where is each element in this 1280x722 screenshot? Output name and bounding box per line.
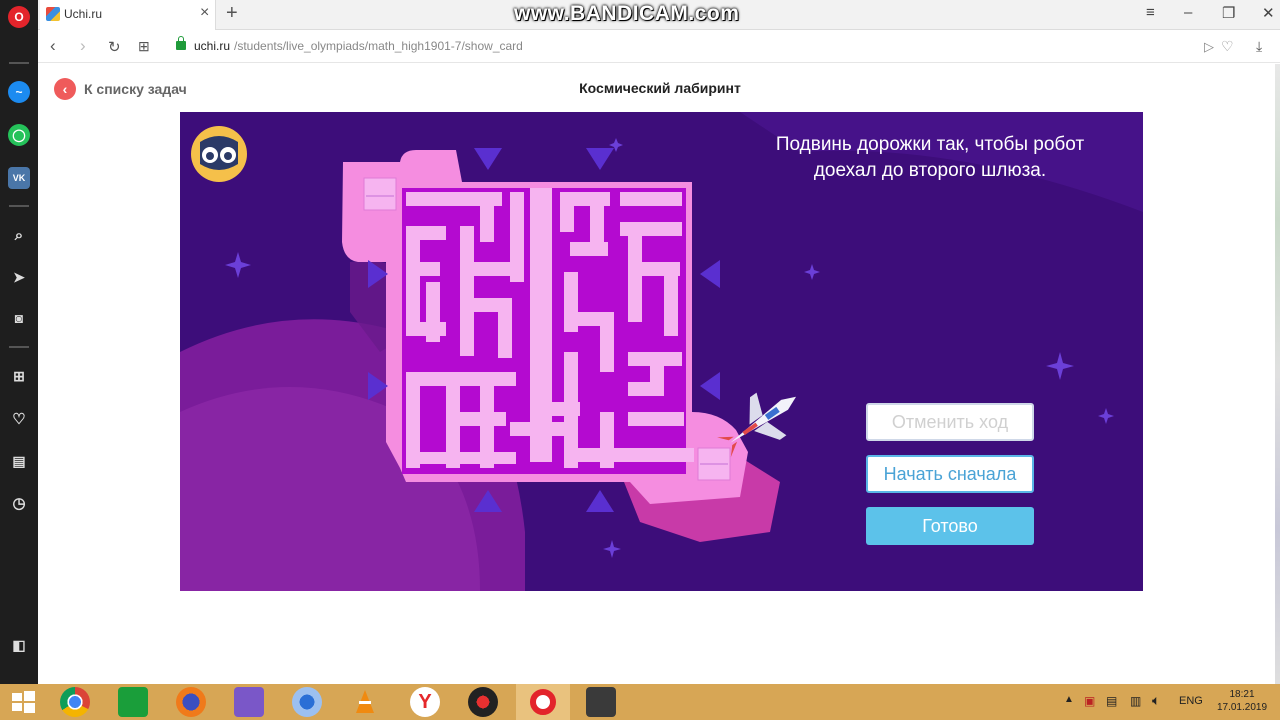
tray-arrow-icon[interactable]: ▲ <box>1064 694 1074 705</box>
sidebar-divider <box>9 62 29 64</box>
search-icon[interactable]: ⌕ <box>8 224 30 246</box>
messenger-icon[interactable]: ~ <box>8 81 30 103</box>
firefox-icon[interactable] <box>176 687 206 717</box>
visual-studio-icon[interactable] <box>234 687 264 717</box>
address-bar: ‹ › ↻ ⊞ uchi.ru /students/live_olympiads… <box>38 31 1280 63</box>
game-app-icon[interactable] <box>468 687 498 717</box>
tray-app-icon[interactable]: ▣ <box>1084 694 1095 708</box>
restore-icon[interactable]: ❐ <box>1222 4 1235 22</box>
new-tab-icon[interactable]: + <box>226 2 238 25</box>
world-of-tanks-icon[interactable] <box>586 687 616 717</box>
owl-logo-icon <box>191 126 247 182</box>
network-icon[interactable]: ▥ <box>1130 694 1141 708</box>
vk-icon[interactable]: VK <box>8 167 30 189</box>
star-icon <box>603 540 621 558</box>
sidebar-toggle-icon[interactable]: ◧ <box>8 634 30 656</box>
screen-edge-artifact <box>1275 64 1280 684</box>
close-window-icon[interactable]: ✕ <box>1262 4 1275 22</box>
url-field[interactable]: uchi.ru /students/live_olympiads/math_hi… <box>168 34 1246 60</box>
opera-sidebar: O ~ ◯ VK ⌕ ➤ ◙ ⊞ ♡ ▤ ◷ ◧ <box>0 0 38 684</box>
bookmark-heart-icon[interactable]: ♡ <box>1221 38 1234 55</box>
game-canvas: Подвинь дорожки так, чтобы робот доехал … <box>180 112 1143 591</box>
tab-title: Uchi.ru <box>64 7 103 21</box>
url-path: /students/live_olympiads/math_high1901-7… <box>234 39 523 53</box>
star-icon <box>1098 408 1114 424</box>
back-icon[interactable]: ‹ <box>50 36 56 56</box>
send-page-icon[interactable]: ▷ <box>1204 39 1214 55</box>
star-icon <box>804 264 820 280</box>
forward-icon[interactable]: › <box>80 36 86 56</box>
whatsapp-icon[interactable]: ◯ <box>8 124 30 146</box>
store-icon[interactable] <box>118 687 148 717</box>
opera-taskbar-icon[interactable] <box>516 684 570 720</box>
page-title: Космический лабиринт <box>579 80 741 96</box>
instruction-line: Подвинь дорожки так, чтобы робот <box>775 134 1085 155</box>
undo-button[interactable]: Отменить ход <box>866 403 1034 441</box>
uchi-favicon-icon <box>46 7 60 21</box>
chevron-left-icon: ‹ <box>54 78 76 100</box>
url-domain: uchi.ru <box>194 39 231 53</box>
done-button[interactable]: Готово <box>866 507 1034 545</box>
browser-tab[interactable]: Uchi.ru × <box>40 0 216 30</box>
clock-time: 18:21 <box>1229 689 1255 700</box>
reload-icon[interactable]: ↻ <box>108 38 121 56</box>
camera-icon[interactable]: ◙ <box>8 307 30 329</box>
arrow-left-icon <box>700 372 720 400</box>
language-indicator[interactable]: ENG <box>1179 695 1203 707</box>
opera-logo-icon[interactable]: O <box>8 6 30 28</box>
star-icon <box>225 252 251 278</box>
start-gate <box>363 177 397 211</box>
volume-icon[interactable]: 🔈︎ <box>1152 692 1160 709</box>
menu-icon[interactable]: ≡ <box>1146 4 1155 21</box>
tabs-grid-icon[interactable]: ⊞ <box>138 38 150 55</box>
history-icon[interactable]: ◷ <box>8 492 30 514</box>
back-to-tasks-label: К списку задач <box>84 81 187 97</box>
sidebar-divider <box>9 205 29 207</box>
recorder-watermark: www.BANDICAM.com <box>514 2 740 25</box>
clock-date: 17.01.2019 <box>1216 702 1268 713</box>
download-icon[interactable]: ⤓ <box>1256 38 1262 55</box>
heart-icon[interactable]: ♡ <box>8 408 30 430</box>
restart-button[interactable]: Начать сначала <box>866 455 1034 493</box>
chromium-icon[interactable] <box>292 687 322 717</box>
arrow-down-icon <box>586 148 614 170</box>
arrow-left-icon <box>700 260 720 288</box>
minimize-icon[interactable]: – <box>1184 4 1192 21</box>
lock-icon <box>176 36 186 50</box>
arrow-up-icon <box>586 490 614 512</box>
yandex-browser-icon[interactable]: Y <box>410 687 440 717</box>
sidebar-divider <box>9 346 29 348</box>
tab-bar: Uchi.ru × + www.BANDICAM.com ≡ – ❐ ✕ <box>38 0 1280 30</box>
start-button-icon[interactable] <box>8 687 38 717</box>
close-tab-icon[interactable]: × <box>200 4 209 22</box>
star-icon <box>1046 352 1074 380</box>
windows-taskbar: Y ▲ ▣ ▤ ▥ 🔈︎ ENG 18:21 17.01.2019 <box>0 684 1280 720</box>
send-icon[interactable]: ➤ <box>8 266 30 288</box>
back-to-tasks-link[interactable]: ‹ К списку задач <box>54 78 187 100</box>
news-icon[interactable]: ▤ <box>8 450 30 472</box>
speed-dial-icon[interactable]: ⊞ <box>8 365 30 387</box>
task-instruction: Подвинь дорожки так, чтобы робот доехал … <box>740 132 1120 184</box>
chrome-icon[interactable] <box>60 687 90 717</box>
clock[interactable]: 18:21 17.01.2019 <box>1214 688 1270 714</box>
arrow-down-icon <box>474 148 502 170</box>
tray-app-icon[interactable]: ▤ <box>1106 694 1117 708</box>
vlc-icon[interactable] <box>350 687 380 717</box>
instruction-line: доехал до второго шлюза. <box>813 160 1047 181</box>
